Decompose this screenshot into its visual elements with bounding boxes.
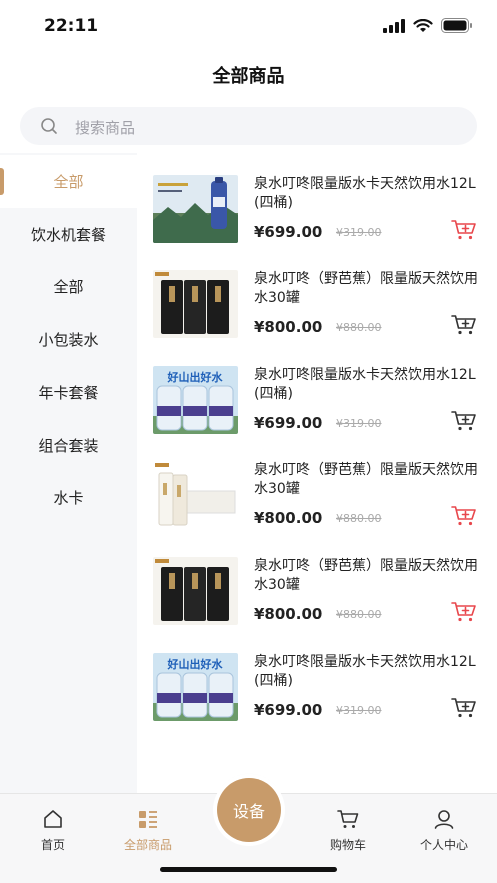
product-price: ¥800.00 [254, 605, 323, 623]
product-card[interactable]: 泉水叮咚（野芭蕉）限量版天然饮用水30罐 ¥800.00 ¥880.00 [137, 461, 497, 556]
product-image: 好山出好水 [153, 653, 238, 721]
add-to-cart-icon[interactable] [451, 314, 477, 336]
product-card[interactable]: 好山出好水 泉水叮咚限量版水卡天然饮用水12L (四桶) ¥699.00 ¥31… [137, 366, 497, 461]
add-to-cart-icon[interactable] [451, 505, 477, 527]
product-name: 泉水叮咚限量版水卡天然饮用水12L (四桶) [254, 176, 476, 211]
sidebar-item-label: 全部 [53, 173, 84, 191]
product-original-price: ¥880.00 [336, 608, 382, 621]
tab-label: 全部商品 [123, 838, 172, 852]
add-to-cart-icon[interactable] [451, 219, 477, 241]
product-card[interactable]: 好山出好水 泉水叮咚限量版水卡天然饮用水12L (四桶) ¥699.00 ¥31… [137, 653, 497, 748]
sidebar-item-annual-card[interactable]: 年卡套餐 [0, 366, 137, 419]
user-icon [434, 810, 454, 829]
sidebar-item-all[interactable]: 全部 [0, 155, 137, 208]
product-card[interactable]: 泉水叮咚限量版水卡天然饮用水12L (四桶) ¥699.00 ¥319.00 [137, 175, 497, 270]
tab-all-products[interactable]: 全部商品 [108, 808, 188, 853]
product-name: 泉水叮咚（野芭蕉）限量版天然饮用水30罐 [254, 558, 478, 593]
add-to-cart-icon[interactable] [451, 697, 477, 719]
battery-icon [441, 18, 472, 33]
active-indicator [0, 168, 4, 195]
category-sidebar: 全部 饮水机套餐 全部 小包装水 年卡套餐 组合套装 水卡 [0, 153, 137, 793]
product-price: ¥800.00 [254, 318, 323, 336]
product-image [153, 557, 238, 625]
sidebar-item-label: 全部 [53, 278, 84, 296]
device-center-label: 设备 [232, 802, 265, 821]
sidebar-item-all-2[interactable]: 全部 [0, 260, 137, 313]
sidebar-item-label: 年卡套餐 [38, 384, 99, 402]
product-original-price: ¥880.00 [336, 321, 382, 334]
product-price: ¥699.00 [254, 701, 323, 719]
product-original-price: ¥319.00 [336, 226, 382, 239]
status-time: 22:11 [44, 16, 99, 36]
product-card[interactable]: 泉水叮咚（野芭蕉）限量版天然饮用水30罐 ¥800.00 ¥880.00 [137, 270, 497, 365]
sidebar-item-label: 小包装水 [38, 331, 99, 349]
sidebar-item-dispenser-package[interactable]: 饮水机套餐 [0, 208, 137, 261]
product-price: ¥699.00 [254, 414, 323, 432]
home-icon [44, 810, 62, 828]
tab-home[interactable]: 首页 [13, 808, 93, 853]
product-name: 泉水叮咚限量版水卡天然饮用水12L (四桶) [254, 367, 476, 402]
status-bar: 22:11 [0, 0, 497, 52]
product-original-price: ¥880.00 [336, 512, 382, 525]
tab-label: 首页 [40, 838, 65, 852]
sidebar-item-combo-set[interactable]: 组合套装 [0, 419, 137, 472]
sidebar-item-water-card[interactable]: 水卡 [0, 471, 137, 524]
sidebar-item-small-pack-water[interactable]: 小包装水 [0, 313, 137, 366]
product-name: 泉水叮咚（野芭蕉）限量版天然饮用水30罐 [254, 462, 478, 497]
tab-profile[interactable]: 个人中心 [404, 808, 484, 853]
product-price: ¥699.00 [254, 223, 323, 241]
product-card[interactable]: 泉水叮咚（野芭蕉）限量版天然饮用水30罐 ¥800.00 ¥880.00 [137, 557, 497, 652]
search-input[interactable]: 搜索商品 [20, 107, 477, 145]
search-icon [41, 118, 57, 134]
home-indicator [160, 867, 337, 872]
product-original-price: ¥319.00 [336, 417, 382, 430]
product-name: 泉水叮咚限量版水卡天然饮用水12L (四桶) [254, 654, 476, 689]
wifi-icon [413, 18, 433, 32]
tab-cart[interactable]: 购物车 [308, 808, 388, 853]
tab-label: 个人中心 [419, 838, 468, 852]
device-center-button[interactable]: 设备 [217, 778, 281, 842]
add-to-cart-icon[interactable] [451, 601, 477, 623]
sidebar-item-label: 饮水机套餐 [30, 226, 106, 244]
signal-icon [383, 18, 405, 33]
tab-label: 购物车 [329, 838, 366, 852]
category-list-icon [139, 811, 157, 828]
product-original-price: ¥319.00 [336, 704, 382, 717]
product-price: ¥800.00 [254, 509, 323, 527]
add-to-cart-icon[interactable] [451, 410, 477, 432]
search-placeholder: 搜索商品 [75, 119, 136, 137]
sidebar-item-label: 组合套装 [38, 437, 99, 455]
thumb-slogan: 好山出好水 [167, 657, 224, 671]
product-image [153, 270, 238, 338]
cart-icon [337, 810, 359, 828]
product-image: 好山出好水 [153, 366, 238, 434]
product-name: 泉水叮咚（野芭蕉）限量版天然饮用水30罐 [254, 271, 478, 306]
page-title: 全部商品 [212, 66, 285, 87]
thumb-slogan: 好山出好水 [167, 370, 224, 384]
sidebar-item-label: 水卡 [53, 489, 84, 507]
product-image [153, 175, 238, 243]
product-image [153, 461, 238, 529]
status-icons [383, 18, 473, 33]
